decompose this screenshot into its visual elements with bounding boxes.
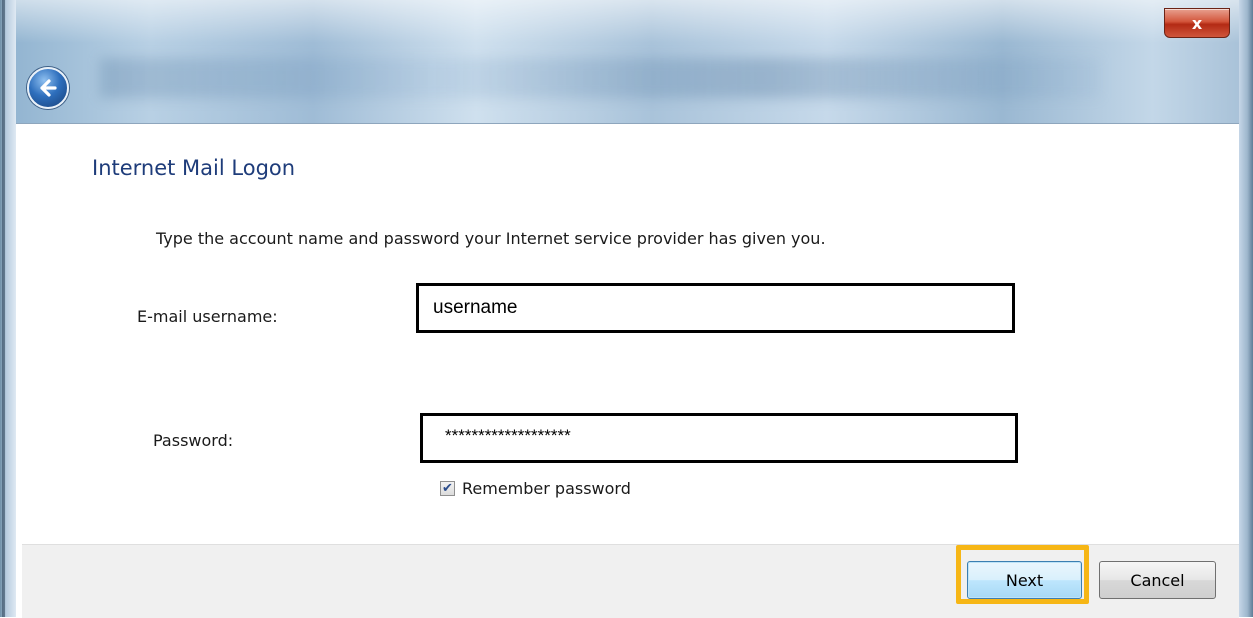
username-field[interactable]: username [416,283,1015,333]
dialog-window: x Internet Mail Logon Type the account n… [0,0,1253,618]
username-label: E-mail username: [137,307,278,326]
page-title: Internet Mail Logon [92,156,296,180]
remember-password-label: Remember password [462,479,631,498]
password-value: ******************* [445,426,571,445]
window-left-border [0,0,16,617]
window-right-border [1239,0,1253,617]
close-icon: x [1191,13,1203,33]
remember-password-checkbox[interactable]: ✔ [440,481,455,496]
close-button[interactable]: x [1164,8,1230,38]
cancel-button-label: Cancel [1130,570,1185,590]
password-field[interactable]: ******************* [420,413,1018,463]
next-button-highlight [956,545,1089,604]
remember-password-row[interactable]: ✔ Remember password [440,479,631,498]
cancel-button[interactable]: Cancel [1099,561,1216,599]
username-value: username [433,297,518,318]
password-label: Password: [153,431,234,450]
instructions-text: Type the account name and password your … [156,229,826,248]
back-button[interactable] [27,67,69,109]
back-arrow-icon [40,79,57,97]
title-bar [0,0,1253,124]
